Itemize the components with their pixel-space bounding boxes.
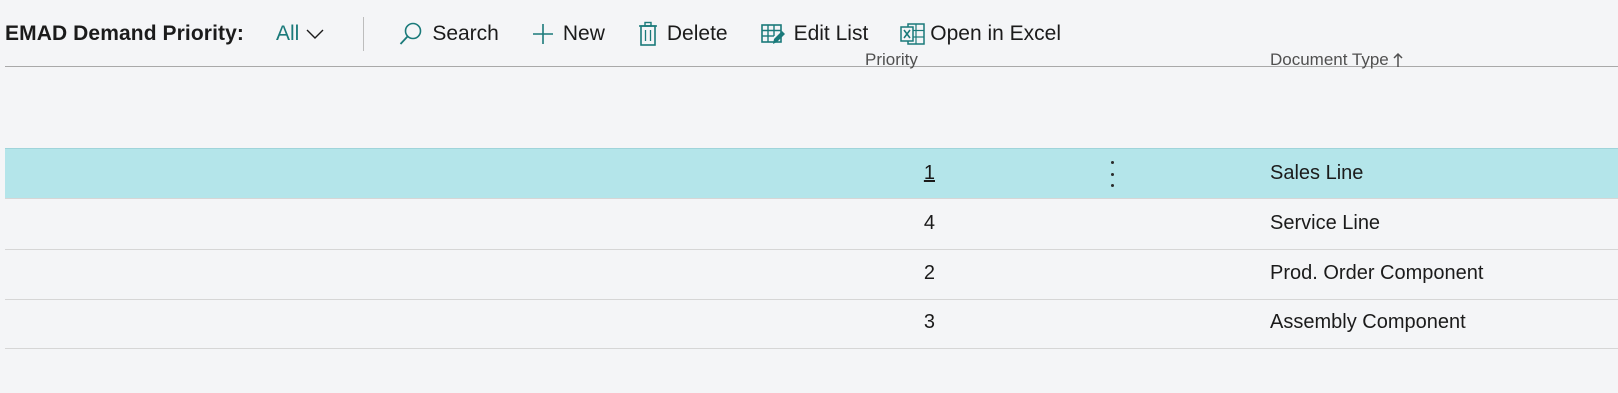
toolbar-divider [363,16,365,51]
new-button[interactable]: New [531,22,605,46]
view-filter-dropdown[interactable]: All [276,22,325,46]
open-in-excel-button[interactable]: Open in Excel [900,22,1061,46]
sort-ascending-icon [1393,52,1403,67]
column-header-document-type-label: Document Type [1270,50,1389,69]
new-button-label: New [562,21,605,45]
priority-cell: 3 [923,311,935,333]
trash-icon [637,21,659,47]
chevron-down-icon [306,29,324,39]
edit-list-button[interactable]: Edit List [760,21,869,46]
document-type-cell: Service Line [1270,212,1381,234]
edit-list-button-label: Edit List [793,21,869,45]
table-row[interactable]: 1 Sales Line [5,148,1618,199]
search-button-label: Search [432,21,499,45]
table-row[interactable]: 3 Assembly Component [5,298,1618,349]
document-type-cell: Assembly Component [1270,311,1466,333]
open-in-excel-button-label: Open in Excel [930,21,1062,45]
view-filter-label: All [275,21,300,45]
plus-icon [531,22,555,46]
priority-cell: 4 [923,212,935,234]
document-type-cell: Sales Line [1270,162,1364,184]
page-title: EMAD Demand Priority: [5,21,244,45]
column-header-priority[interactable]: Priority [865,50,918,70]
table-row[interactable]: 2 Prod. Order Component [5,249,1618,300]
delete-button-label: Delete [666,21,728,45]
search-icon [398,21,424,47]
search-button[interactable]: Search [398,21,499,47]
page: EMAD Demand Priority: All Search New Del… [0,0,1618,393]
document-type-cell: Prod. Order Component [1270,262,1484,284]
excel-icon [900,22,926,46]
delete-button[interactable]: Delete [637,21,728,47]
more-vertical-icon[interactable] [1105,161,1119,187]
priority-cell[interactable]: 1 [875,162,935,185]
column-header-document-type[interactable]: Document Type [1270,50,1403,70]
priority-cell: 2 [923,262,935,284]
table-row[interactable]: 4 Service Line [5,199,1618,250]
edit-list-icon [760,22,786,46]
